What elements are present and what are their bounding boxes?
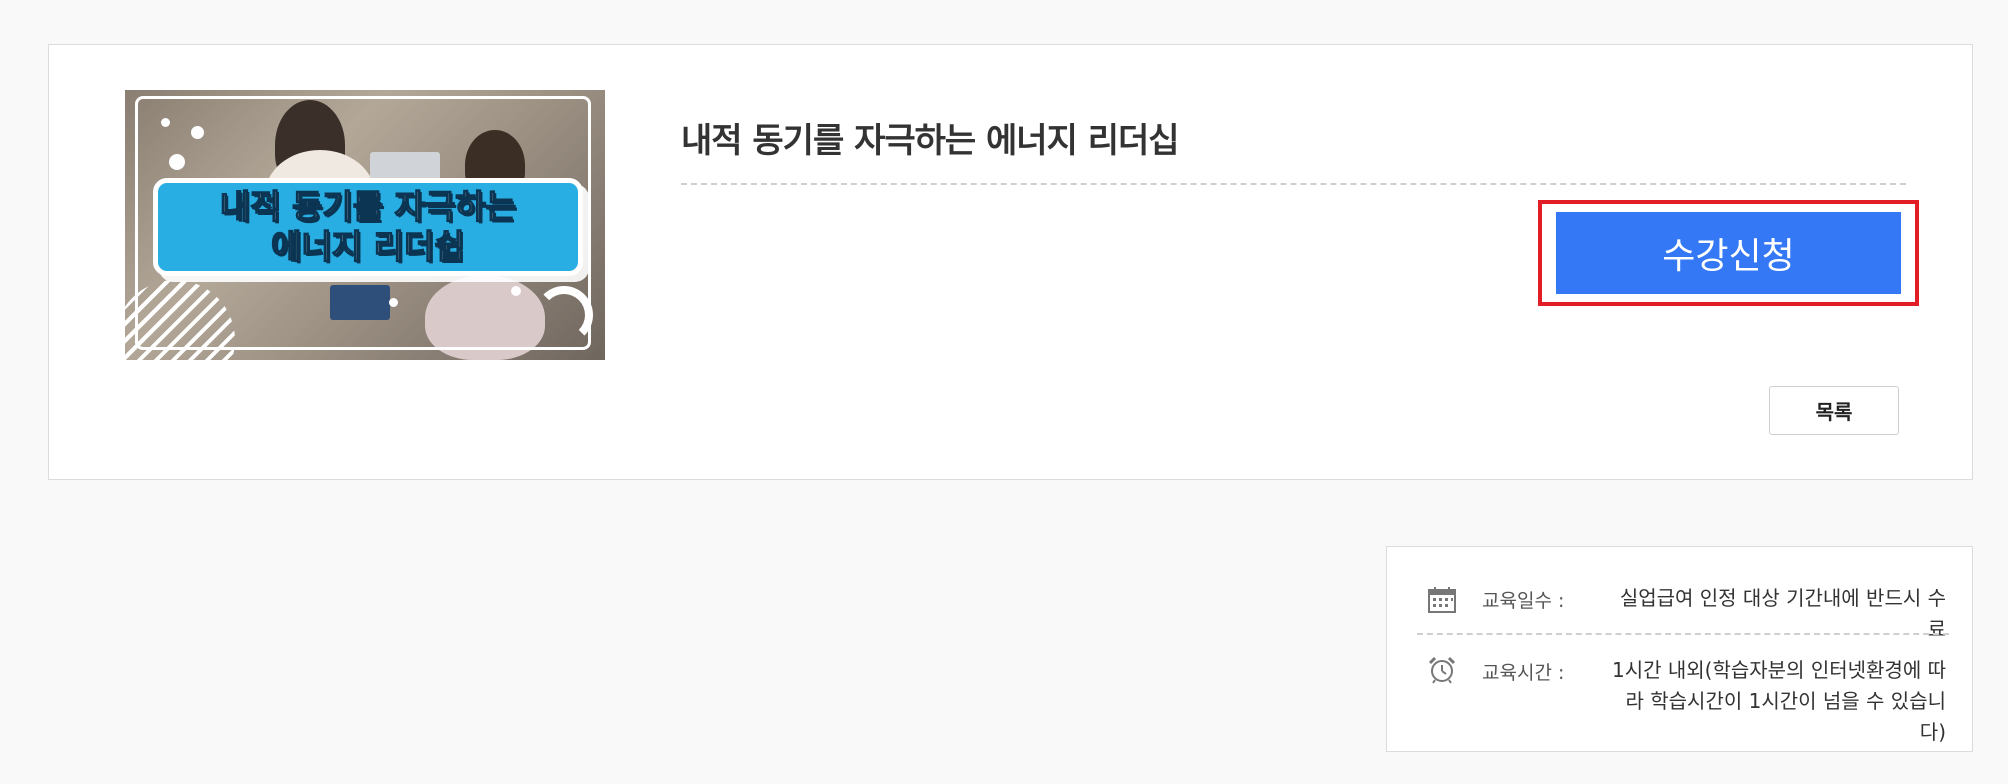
info-row-hours: 교육시간 : 1시간 내외(학습자분의 인터넷환경에 따 라 학습시간이 1시간… — [1427, 655, 1946, 744]
thumbnail-title-line2: 에너지 리더쉽 — [270, 226, 465, 267]
list-button[interactable]: 목록 — [1769, 386, 1899, 435]
hours-label: 교육시간 : — [1482, 662, 1565, 684]
alarm-clock-icon — [1428, 656, 1456, 684]
hours-value-line2: 라 학습시간이 1시간이 넘을 수 있습니다) — [1625, 689, 1946, 744]
title-divider — [681, 183, 1906, 185]
info-row-days: 교육일수 : 실업급여 인정 대상 기간내에 반드시 수료 — [1427, 583, 1946, 641]
hours-value-line1: 1시간 내외(학습자분의 인터넷환경에 따 — [1612, 658, 1946, 682]
days-label: 교육일수 : — [1482, 590, 1565, 612]
info-divider — [1417, 633, 1949, 635]
calendar-icon — [1428, 587, 1456, 613]
days-value: 실업급여 인정 대상 기간내에 반드시 수료 — [1619, 586, 1946, 641]
course-info-box: 교육일수 : 실업급여 인정 대상 기간내에 반드시 수료 교육시간 : 1시간… — [1386, 546, 1973, 752]
course-thumbnail: 내적 동기를 자극하는 에너지 리더쉽 — [125, 90, 605, 360]
hours-value: 1시간 내외(학습자분의 인터넷환경에 따 라 학습시간이 1시간이 넘을 수 … — [1607, 655, 1946, 748]
apply-button[interactable]: 수강신청 — [1556, 212, 1901, 294]
apply-highlight-box: 수강신청 — [1538, 200, 1919, 306]
thumbnail-banner: 내적 동기를 자극하는 에너지 리더쉽 — [153, 178, 583, 276]
course-card: 내적 동기를 자극하는 에너지 리더쉽 내적 동기를 자극하는 에너지 리더십 … — [48, 44, 1973, 480]
course-title: 내적 동기를 자극하는 에너지 리더십 — [681, 121, 1180, 161]
thumbnail-title-line1: 내적 동기를 자극하는 — [219, 186, 517, 227]
